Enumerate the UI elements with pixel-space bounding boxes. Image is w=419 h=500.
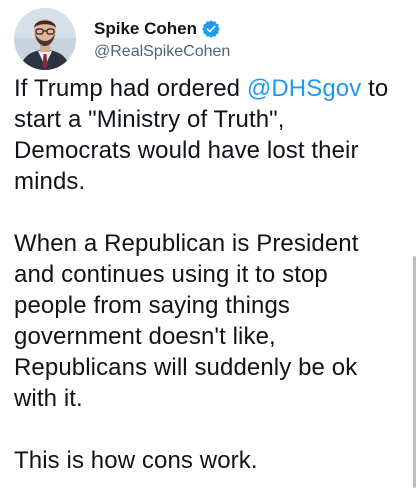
display-name[interactable]: Spike Cohen xyxy=(94,19,197,39)
tweet-line: Democrats would have lost their xyxy=(14,137,359,164)
avatar[interactable] xyxy=(14,8,76,70)
tweet-line: This is how cons work. xyxy=(14,447,258,474)
profile-photo-icon xyxy=(14,8,76,70)
tweet-line: If Trump had ordered @DHSgov to xyxy=(14,73,414,104)
display-name-row: Spike Cohen xyxy=(94,19,230,39)
author-names: Spike Cohen @RealSpikeCohen xyxy=(94,19,230,62)
tweet-line: minds. xyxy=(14,168,86,195)
tweet-header: Spike Cohen @RealSpikeCohen xyxy=(14,8,230,70)
author-handle[interactable]: @RealSpikeCohen xyxy=(94,42,230,62)
tweet-line: and continues using it to stop xyxy=(14,261,328,288)
paragraph-break xyxy=(14,414,414,445)
tweet-line: start a "Ministry of Truth", xyxy=(14,106,285,133)
scrollbar[interactable] xyxy=(413,256,416,488)
tweet-line: When a Republican is President xyxy=(14,230,359,257)
verified-badge-icon xyxy=(202,20,220,38)
tweet-line: Republicans will suddenly be ok xyxy=(14,354,358,381)
paragraph-break xyxy=(14,197,414,228)
tweet-line: people from saying things xyxy=(14,292,290,319)
tweet-text-segment: If Trump had ordered xyxy=(14,75,247,102)
tweet-line: with it. xyxy=(14,385,83,412)
tweet-text: If Trump had ordered @DHSgov to start a … xyxy=(14,73,414,476)
tweet-line: government doesn't like, xyxy=(14,323,276,350)
tweet-text-segment: to xyxy=(361,75,389,102)
mention-link[interactable]: @DHSgov xyxy=(247,75,361,102)
